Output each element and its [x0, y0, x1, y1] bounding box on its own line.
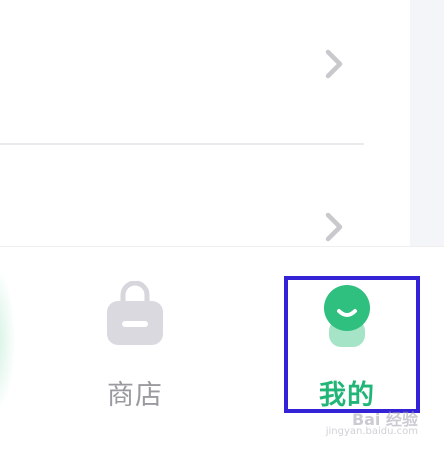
- offscreen-tab-glow: [0, 265, 16, 415]
- list-item[interactable]: [0, 0, 410, 144]
- tab-store-label: 商店: [107, 380, 163, 411]
- profile-smile-icon: [324, 285, 370, 347]
- shopping-bag-icon: [107, 281, 163, 345]
- tab-me[interactable]: 我的: [282, 267, 412, 417]
- screen: 商店 我的 Bai 经验 jingyan.baidu.com: [0, 0, 444, 452]
- chevron-right-icon: [325, 49, 343, 79]
- tab-me-label: 我的: [319, 380, 375, 411]
- chevron-right-icon: [325, 212, 343, 242]
- watermark: Bai 经验 jingyan.baidu.com: [325, 410, 418, 438]
- list-item[interactable]: [0, 145, 410, 246]
- side-panel-edge: [410, 0, 444, 246]
- settings-list: [0, 0, 410, 246]
- tab-store[interactable]: 商店: [70, 267, 200, 417]
- watermark-logo: Bai 经验: [351, 410, 418, 429]
- watermark-url: jingyan.baidu.com: [325, 426, 418, 437]
